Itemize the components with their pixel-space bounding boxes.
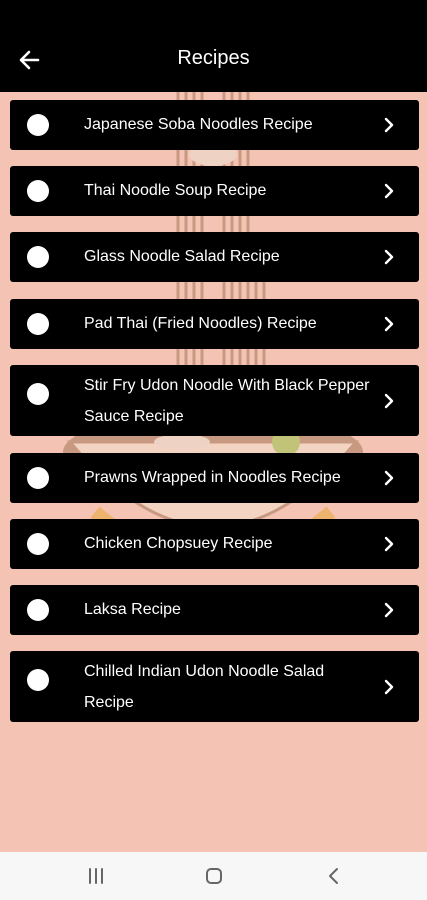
recent-apps-button[interactable] (82, 864, 110, 888)
list-item[interactable]: Pad Thai (Fried Noodles) Recipe (10, 299, 419, 349)
list-item[interactable]: Laksa Recipe (10, 585, 419, 635)
home-button[interactable] (200, 864, 228, 888)
recipe-title: Glass Noodle Salad Recipe (84, 248, 280, 265)
circle-icon (27, 180, 49, 202)
list-item[interactable]: Chilled Indian Udon Noodle Salad Recipe (10, 651, 419, 722)
recipe-title: Japanese Soba Noodles Recipe (84, 116, 313, 133)
chevron-right-icon (384, 117, 394, 133)
chevron-right-icon (384, 316, 394, 332)
list-item[interactable]: Glass Noodle Salad Recipe (10, 232, 419, 282)
chevron-right-icon (384, 249, 394, 265)
circle-icon (27, 533, 49, 555)
list-item[interactable]: Stir Fry Udon Noodle With Black Pepper S… (10, 365, 419, 436)
circle-icon (27, 669, 49, 691)
recipe-title: Stir Fry Udon Noodle With Black Pepper S… (84, 377, 370, 425)
list-item[interactable]: Prawns Wrapped in Noodles Recipe (10, 453, 419, 503)
list-item[interactable]: Thai Noodle Soup Recipe (10, 166, 419, 216)
circle-icon (27, 114, 49, 136)
chevron-right-icon (384, 393, 394, 409)
chevron-right-icon (384, 602, 394, 618)
recipe-title: Prawns Wrapped in Noodles Recipe (84, 469, 341, 486)
recipe-title: Pad Thai (Fried Noodles) Recipe (84, 315, 317, 332)
chevron-right-icon (384, 183, 394, 199)
circle-icon (27, 599, 49, 621)
chevron-left-icon (329, 868, 338, 884)
page-title: Recipes (177, 47, 250, 69)
chevron-right-icon (384, 470, 394, 486)
recipe-title: Chicken Chopsuey Recipe (84, 535, 273, 552)
circle-icon (27, 313, 49, 335)
circle-icon (27, 467, 49, 489)
chevron-right-icon (384, 679, 394, 695)
recent-apps-icon (89, 868, 103, 884)
nav-back-button[interactable] (320, 864, 348, 888)
status-bar (0, 0, 427, 24)
system-nav-bar (0, 852, 427, 900)
app-bar: Recipes (0, 24, 427, 92)
recipe-title: Thai Noodle Soup Recipe (84, 182, 267, 199)
recipe-title: Laksa Recipe (84, 601, 181, 618)
circle-icon (27, 383, 49, 405)
list-item[interactable]: Japanese Soba Noodles Recipe (10, 100, 419, 150)
recipe-title: Chilled Indian Udon Noodle Salad Recipe (84, 663, 325, 711)
circle-icon (27, 246, 49, 268)
home-icon (206, 868, 222, 884)
list-item[interactable]: Chicken Chopsuey Recipe (10, 519, 419, 569)
chevron-right-icon (384, 536, 394, 552)
